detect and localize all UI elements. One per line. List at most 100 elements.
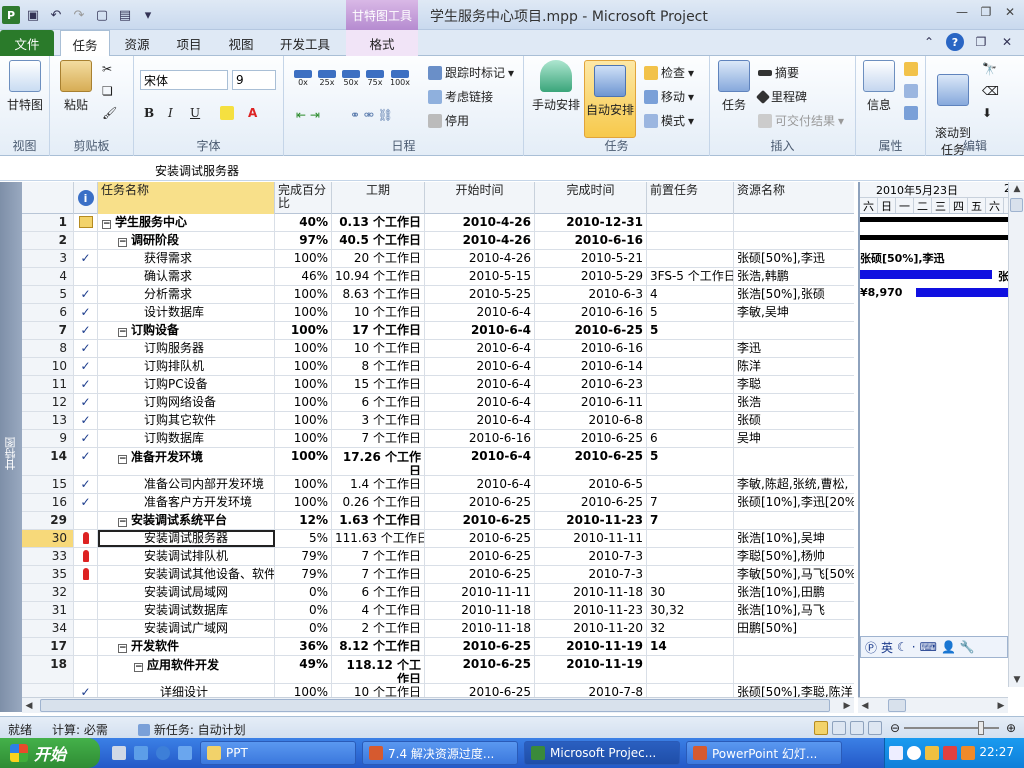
percent-complete-cell[interactable]: 36% [275, 638, 332, 655]
clear-icon[interactable]: ⌫ [982, 84, 999, 98]
finish-cell[interactable]: 2010-6-5 [535, 476, 647, 493]
resource-names-cell[interactable] [734, 638, 854, 655]
percent-complete-cell[interactable]: 100% [275, 394, 332, 411]
resource-names-cell[interactable]: 李敏[50%],马飞[50%] [734, 566, 854, 583]
task-name-cell[interactable]: − 准备开发环境 [98, 448, 275, 475]
duration-cell[interactable]: 8 个工作日 [332, 358, 425, 375]
duration-cell[interactable]: 20 个工作日 [332, 250, 425, 267]
row-id[interactable]: 1 [22, 214, 74, 231]
table-row[interactable]: 6 ✓ 设计数据库 100% 10 个工作日 2010-6-4 2010-6-16 5 李敏,吴… [22, 304, 854, 322]
row-id[interactable]: 31 [22, 602, 74, 619]
finish-cell[interactable]: 2010-11-20 [535, 620, 647, 637]
volume-icon[interactable] [925, 746, 939, 760]
notes-icon[interactable] [904, 62, 918, 76]
finish-cell[interactable]: 2010-11-18 [535, 584, 647, 601]
start-cell[interactable]: 2010-6-4 [425, 394, 535, 411]
row-id[interactable]: 33 [22, 548, 74, 565]
tab-view[interactable]: 视图 [220, 30, 262, 56]
italic-button[interactable]: I [168, 106, 173, 120]
predecessors-cell[interactable] [647, 476, 734, 493]
font-color-icon[interactable]: A [248, 106, 257, 120]
ime-logo-icon[interactable]: Ⓟ [865, 639, 877, 656]
duration-cell[interactable]: 17.26 个工作日 [332, 448, 425, 475]
resource-sheet-shortcut-icon[interactable] [868, 721, 882, 735]
percent-complete-cell[interactable]: 0% [275, 584, 332, 601]
start-cell[interactable]: 2010-6-25 [425, 494, 535, 511]
table-row[interactable]: 14 ✓ − 准备开发环境 100% 17.26 个工作日 2010-6-4 2010-6-2… [22, 448, 854, 476]
duration-cell[interactable]: 1.63 个工作日 [332, 512, 425, 529]
open-folder-icon[interactable]: ▤ [115, 5, 135, 25]
table-row[interactable]: 3 ✓ 获得需求 100% 20 个工作日 2010-4-26 2010-5-21 张硕[50… [22, 250, 854, 268]
table-row[interactable]: 2− 调研阶段 97% 40.5 个工作日 2010-4-26 2010-6-16 [22, 232, 854, 250]
percent-complete-cell[interactable]: 12% [275, 512, 332, 529]
gantt-summary-bar[interactable] [860, 217, 1008, 222]
row-id[interactable]: 2 [22, 232, 74, 249]
percent-complete-cell[interactable]: 100% [275, 340, 332, 357]
duration-cell[interactable]: 0.26 个工作日 [332, 494, 425, 511]
table-row[interactable]: 16 ✓ 准备客户方开发环境 100% 0.26 个工作日 2010-6-25 2010-6… [22, 494, 854, 512]
taskbar-item-project[interactable]: Microsoft Projec... [524, 741, 680, 765]
collapse-toggle-icon[interactable]: − [102, 220, 111, 229]
percent-complete-cell[interactable]: 100% [275, 448, 332, 475]
duration-cell[interactable]: 1.4 个工作日 [332, 476, 425, 493]
start-cell[interactable]: 2010-5-25 [425, 286, 535, 303]
deliverable-button[interactable]: 可交付结果 ▾ [758, 112, 844, 129]
percent-complete-cell[interactable]: 0% [275, 620, 332, 637]
doc-close-icon[interactable]: ✕ [998, 33, 1016, 51]
gantt-view-shortcut-icon[interactable] [814, 721, 828, 735]
resource-names-cell[interactable]: 李聪[50%],杨帅 [734, 548, 854, 565]
percent-complete-cell[interactable]: 100% [275, 430, 332, 447]
find-icon[interactable]: 🔭 [982, 62, 997, 76]
help-icon[interactable]: ? [946, 33, 964, 51]
table-row[interactable]: 15 ✓ 准备公司内部开发环境 100% 1.4 个工作日 2010-6-4 2010-6-… [22, 476, 854, 494]
row-id[interactable]: 35 [22, 566, 74, 583]
percent-complete-cell[interactable]: 79% [275, 566, 332, 583]
resource-names-cell[interactable]: 张硕[50%],李聪,陈洋 [734, 684, 854, 697]
duration-cell[interactable]: 118.12 个工作日 [332, 656, 425, 683]
tab-developer[interactable]: 开发工具 [274, 30, 336, 56]
tab-task[interactable]: 任务 [60, 30, 110, 57]
start-cell[interactable]: 2010-6-25 [425, 656, 535, 683]
duration-cell[interactable]: 40.5 个工作日 [332, 232, 425, 249]
project-app-icon[interactable]: P [2, 6, 20, 24]
task-name-cell[interactable]: 订购其它软件 [98, 412, 275, 429]
header-resource-names[interactable]: 资源名称 [734, 182, 854, 214]
start-cell[interactable]: 2010-6-25 [425, 566, 535, 583]
media-player-icon[interactable] [134, 746, 148, 760]
start-cell[interactable]: 2010-11-11 [425, 584, 535, 601]
duration-cell[interactable]: 15 个工作日 [332, 376, 425, 393]
mark-on-track-button[interactable]: 跟踪时标记 ▾ [428, 64, 514, 81]
resource-names-cell[interactable]: 张浩,韩鹏 [734, 268, 854, 285]
predecessors-cell[interactable]: 3FS-5 个工作日 [647, 268, 734, 285]
row-id[interactable]: 8 [22, 340, 74, 357]
finish-cell[interactable]: 2010-6-8 [535, 412, 647, 429]
duration-cell[interactable]: 7 个工作日 [332, 566, 425, 583]
finish-cell[interactable]: 2010-6-25 [535, 494, 647, 511]
task-name-cell[interactable]: 安装调试广域网 [98, 620, 275, 637]
start-cell[interactable]: 2010-6-4 [425, 322, 535, 339]
doc-restore-icon[interactable]: ❐ [972, 33, 990, 51]
scroll-thumb[interactable] [40, 699, 830, 712]
table-row[interactable]: 18− 应用软件开发 49% 118.12 个工作日 2010-6-25 2010-11-… [22, 656, 854, 684]
gantt-chart-button[interactable]: 甘特图 [4, 60, 46, 113]
predecessors-cell[interactable] [647, 214, 734, 231]
resource-names-cell[interactable] [734, 322, 854, 339]
header-select-all[interactable] [22, 182, 74, 214]
start-cell[interactable]: 2010-6-25 [425, 638, 535, 655]
percent-complete-cell[interactable]: 5% [275, 530, 332, 547]
collapse-toggle-icon[interactable]: − [118, 518, 127, 527]
resource-names-cell[interactable]: 张硕[10%],李迅[20%], [734, 494, 854, 511]
row-id[interactable]: 14 [22, 448, 74, 475]
predecessors-cell[interactable] [647, 232, 734, 249]
row-id[interactable]: 18 [22, 656, 74, 683]
table-row[interactable]: 33 安装调试排队机 79% 7 个工作日 2010-6-25 2010-7-3 李聪[50… [22, 548, 854, 566]
minimize-icon[interactable]: — [954, 4, 970, 20]
start-cell[interactable]: 2010-6-4 [425, 412, 535, 429]
predecessors-cell[interactable]: 4 [647, 286, 734, 303]
finish-cell[interactable]: 2010-6-23 [535, 376, 647, 393]
customize-qat-icon[interactable]: ▾ [138, 5, 158, 25]
percent-complete-cell[interactable]: 100% [275, 494, 332, 511]
row-id[interactable]: 32 [22, 584, 74, 601]
row-id[interactable]: 6 [22, 304, 74, 321]
entry-field[interactable]: 安装调试服务器 [155, 162, 239, 179]
